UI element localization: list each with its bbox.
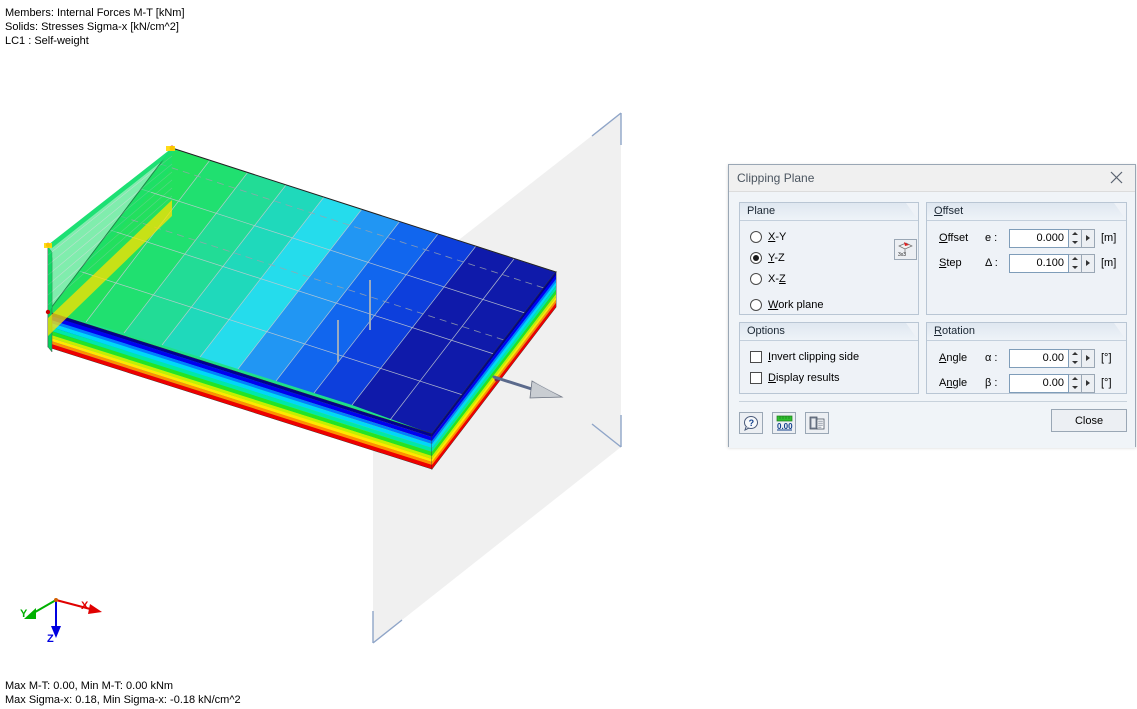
spinner-up-offset[interactable] [1069,230,1081,239]
axis-label-y: Y [20,608,27,620]
spinner-step[interactable] [1069,254,1082,273]
result-footer-info: Max M-T: 0.00, Min M-T: 0.00 kNm Max Sig… [5,679,241,707]
radio-indicator-work-plane[interactable] [750,299,762,311]
svg-text:?: ? [749,418,755,428]
svg-text:3x3: 3x3 [898,252,906,257]
radio-option-y-z[interactable]: Y-Z [750,250,785,266]
rotation-group-legend: Rotation [927,323,1126,341]
spinner-apply-angle-alpha[interactable] [1082,349,1095,368]
radio-option-work-plane[interactable]: Work plane [750,297,823,313]
radio-option-x-z[interactable]: X-Z [750,271,786,287]
spinner-angle-beta[interactable] [1069,374,1082,393]
spinner-apply-angle-beta[interactable] [1082,374,1095,393]
axis-label-x: X [81,600,88,612]
radio-label-y-z: Y-Z [768,252,785,264]
dialog-footer: ? 0.00 [729,402,1137,448]
spinner-offset[interactable] [1069,229,1082,248]
field-symbol-offset: e : [985,232,1009,244]
field-unit-offset: [m] [1101,232,1116,244]
field-angle-beta[interactable]: Angle β : 0.00 [°] [939,373,1112,393]
axis-triad [12,586,122,658]
options-group-legend: Options [740,323,918,341]
spinner-up-angle-beta[interactable] [1069,375,1081,384]
field-angle-alpha[interactable]: Angle α : 0.00 [°] [939,348,1112,368]
close-icon[interactable] [1097,165,1135,190]
result-header-info: Members: Internal Forces M-T [kNm] Solid… [5,6,185,48]
checkbox-invert-clipping-side[interactable]: Invert clipping side [750,349,859,365]
checkbox-label-invert-clipping-side: Invert clipping side [768,351,859,363]
dialog-titlebar[interactable]: Clipping Plane [729,165,1135,192]
field-offset[interactable]: Offset e : 0.000 [m] [939,228,1116,248]
radio-label-x-y: X-Y [768,231,786,243]
field-label-angle-beta: Angle [939,377,985,389]
field-symbol-angle-alpha: α : [985,352,1009,364]
pick-workplane-icon[interactable]: 3x3 [894,239,917,260]
checkbox-indicator-display-results[interactable] [750,372,762,384]
plane-group: Plane X-Y Y-Z X-Z Work plane [739,202,919,315]
spinner-down-step[interactable] [1069,263,1081,272]
spinner-angle-alpha[interactable] [1069,349,1082,368]
spinner-up-angle-alpha[interactable] [1069,350,1081,359]
radio-label-x-z: X-Z [768,273,786,285]
field-symbol-angle-beta: β : [985,377,1009,389]
plane-group-legend: Plane [740,203,918,221]
spinner-down-angle-alpha[interactable] [1069,358,1081,367]
field-unit-step: [m] [1101,257,1116,269]
clipping-plane-dialog[interactable]: Clipping Plane Plane X-Y Y-Z [728,164,1136,447]
spinner-apply-step[interactable] [1082,254,1095,273]
rotation-group: Rotation Angle α : 0.00 [°] Angle β : [926,322,1127,394]
spinner-up-step[interactable] [1069,255,1081,264]
settings-copy-icon[interactable] [805,412,829,434]
field-unit-angle-alpha: [°] [1101,352,1112,364]
field-step[interactable]: Step Δ : 0.100 [m] [939,253,1116,273]
input-angle-beta[interactable]: 0.00 [1009,374,1069,393]
field-label-offset: Offset [939,232,985,244]
close-button[interactable]: Close [1051,409,1127,432]
dialog-body: Plane X-Y Y-Z X-Z Work plane [729,192,1135,448]
field-symbol-step: Δ : [985,257,1009,269]
input-offset[interactable]: 0.000 [1009,229,1069,248]
checkbox-indicator-invert-clipping-side[interactable] [750,351,762,363]
checkbox-label-display-results: Display results [768,372,840,384]
radio-option-x-y[interactable]: X-Y [750,229,786,245]
help-icon[interactable]: ? [739,412,763,434]
field-unit-angle-beta: [°] [1101,377,1112,389]
input-angle-alpha[interactable]: 0.00 [1009,349,1069,368]
units-decimals-icon[interactable]: 0.00 [772,412,796,434]
field-label-angle-alpha: Angle [939,352,985,364]
radio-label-work-plane: Work plane [768,299,823,311]
spinner-apply-offset[interactable] [1082,229,1095,248]
radio-indicator-x-y[interactable] [750,231,762,243]
spinner-down-angle-beta[interactable] [1069,383,1081,392]
offset-group-legend: Offset [927,203,1126,221]
spinner-down-offset[interactable] [1069,238,1081,247]
radio-indicator-x-z[interactable] [750,273,762,285]
options-group: Options Invert clipping side Display res… [739,322,919,394]
axis-label-z: Z [47,633,54,645]
input-step[interactable]: 0.100 [1009,254,1069,273]
dialog-title: Clipping Plane [737,171,814,185]
checkbox-display-results[interactable]: Display results [750,370,840,386]
offset-group: Offset Offset e : 0.000 [m] Step Δ : [926,202,1127,315]
radio-indicator-y-z[interactable] [750,252,762,264]
field-label-step: Step [939,257,985,269]
